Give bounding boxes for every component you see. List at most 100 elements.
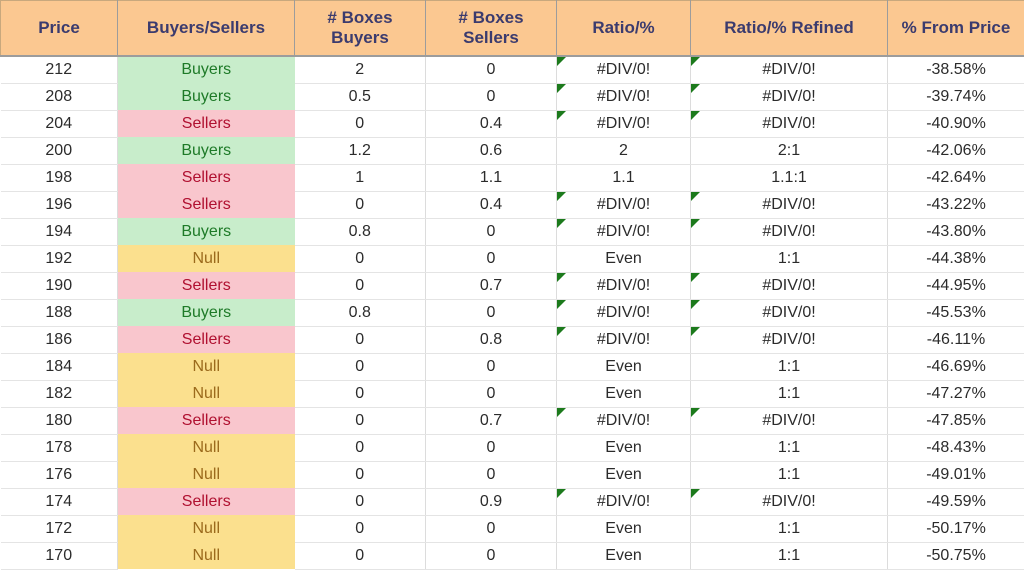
cell-ratio[interactable]: #DIV/0! [557,56,691,84]
cell-price[interactable]: 198 [1,164,118,191]
column-header-pct-from-price[interactable]: % From Price [888,1,1024,56]
cell-signal-null[interactable]: Null [118,380,295,407]
cell-price[interactable]: 200 [1,137,118,164]
cell-boxes-buyers[interactable]: 0 [295,110,426,137]
cell-boxes-buyers[interactable]: 0 [295,353,426,380]
cell-signal-buyers[interactable]: Buyers [118,218,295,245]
cell-price[interactable]: 172 [1,515,118,542]
column-header-price[interactable]: Price [1,1,118,56]
cell-boxes-sellers[interactable]: 0.4 [426,191,557,218]
cell-boxes-buyers[interactable]: 0 [295,380,426,407]
cell-ratio[interactable]: #DIV/0! [557,488,691,515]
column-header-boxes-sellers[interactable]: # Boxes Sellers [426,1,557,56]
cell-boxes-sellers[interactable]: 0.4 [426,110,557,137]
cell-signal-null[interactable]: Null [118,245,295,272]
cell-signal-sellers[interactable]: Sellers [118,326,295,353]
cell-ratio[interactable]: Even [557,245,691,272]
cell-ratio[interactable]: Even [557,542,691,569]
cell-pct-from-price[interactable]: -43.80% [888,218,1024,245]
cell-ratio[interactable]: Even [557,515,691,542]
cell-boxes-sellers[interactable]: 1.1 [426,164,557,191]
cell-price[interactable]: 184 [1,353,118,380]
cell-ratio-refined[interactable]: #DIV/0! [691,110,888,137]
cell-signal-null[interactable]: Null [118,542,295,569]
cell-price[interactable]: 174 [1,488,118,515]
cell-ratio[interactable]: #DIV/0! [557,326,691,353]
cell-boxes-buyers[interactable]: 0 [295,461,426,488]
cell-boxes-buyers[interactable]: 1 [295,164,426,191]
column-header-ratio[interactable]: Ratio/% [557,1,691,56]
cell-boxes-buyers[interactable]: 0 [295,434,426,461]
cell-price[interactable]: 208 [1,83,118,110]
cell-boxes-buyers[interactable]: 0 [295,542,426,569]
cell-signal-null[interactable]: Null [118,353,295,380]
cell-boxes-sellers[interactable]: 0.8 [426,326,557,353]
cell-price[interactable]: 190 [1,272,118,299]
cell-signal-sellers[interactable]: Sellers [118,407,295,434]
cell-price[interactable]: 204 [1,110,118,137]
cell-pct-from-price[interactable]: -47.85% [888,407,1024,434]
cell-signal-null[interactable]: Null [118,434,295,461]
cell-ratio-refined[interactable]: #DIV/0! [691,488,888,515]
cell-signal-sellers[interactable]: Sellers [118,164,295,191]
cell-signal-buyers[interactable]: Buyers [118,83,295,110]
cell-boxes-buyers[interactable]: 0 [295,407,426,434]
cell-price[interactable]: 176 [1,461,118,488]
cell-signal-buyers[interactable]: Buyers [118,56,295,84]
cell-boxes-sellers[interactable]: 0 [426,461,557,488]
cell-boxes-sellers[interactable]: 0 [426,515,557,542]
cell-signal-null[interactable]: Null [118,461,295,488]
cell-ratio-refined[interactable]: #DIV/0! [691,56,888,84]
cell-boxes-sellers[interactable]: 0.9 [426,488,557,515]
cell-price[interactable]: 194 [1,218,118,245]
cell-ratio-refined[interactable]: #DIV/0! [691,272,888,299]
cell-boxes-buyers[interactable]: 0 [295,272,426,299]
cell-boxes-buyers[interactable]: 0.8 [295,218,426,245]
cell-boxes-sellers[interactable]: 0 [426,56,557,84]
cell-boxes-sellers[interactable]: 0 [426,245,557,272]
cell-boxes-sellers[interactable]: 0.6 [426,137,557,164]
cell-ratio-refined[interactable]: #DIV/0! [691,326,888,353]
cell-boxes-sellers[interactable]: 0 [426,542,557,569]
cell-boxes-sellers[interactable]: 0 [426,380,557,407]
cell-price[interactable]: 212 [1,56,118,84]
cell-boxes-sellers[interactable]: 0 [426,299,557,326]
cell-pct-from-price[interactable]: -46.11% [888,326,1024,353]
cell-boxes-buyers[interactable]: 0 [295,515,426,542]
cell-pct-from-price[interactable]: -42.64% [888,164,1024,191]
cell-pct-from-price[interactable]: -50.17% [888,515,1024,542]
cell-pct-from-price[interactable]: -45.53% [888,299,1024,326]
cell-ratio[interactable]: #DIV/0! [557,83,691,110]
column-header-ratio-refined[interactable]: Ratio/% Refined [691,1,888,56]
cell-pct-from-price[interactable]: -42.06% [888,137,1024,164]
cell-price[interactable]: 196 [1,191,118,218]
cell-ratio-refined[interactable]: 2:1 [691,137,888,164]
cell-price[interactable]: 182 [1,380,118,407]
cell-pct-from-price[interactable]: -46.69% [888,353,1024,380]
cell-boxes-buyers[interactable]: 1.2 [295,137,426,164]
cell-boxes-sellers[interactable]: 0.7 [426,407,557,434]
column-header-buyers-sellers[interactable]: Buyers/Sellers [118,1,295,56]
cell-pct-from-price[interactable]: -49.59% [888,488,1024,515]
cell-boxes-sellers[interactable]: 0 [426,353,557,380]
cell-pct-from-price[interactable]: -50.75% [888,542,1024,569]
cell-ratio-refined[interactable]: 1:1 [691,434,888,461]
cell-signal-sellers[interactable]: Sellers [118,488,295,515]
cell-ratio[interactable]: Even [557,353,691,380]
cell-ratio-refined[interactable]: 1:1 [691,542,888,569]
cell-pct-from-price[interactable]: -44.95% [888,272,1024,299]
cell-boxes-sellers[interactable]: 0 [426,83,557,110]
cell-boxes-buyers[interactable]: 0.5 [295,83,426,110]
cell-ratio[interactable]: #DIV/0! [557,272,691,299]
cell-ratio[interactable]: 2 [557,137,691,164]
cell-ratio[interactable]: Even [557,461,691,488]
cell-ratio[interactable]: #DIV/0! [557,407,691,434]
cell-ratio-refined[interactable]: #DIV/0! [691,218,888,245]
cell-signal-sellers[interactable]: Sellers [118,272,295,299]
cell-ratio-refined[interactable]: 1:1 [691,245,888,272]
cell-boxes-buyers[interactable]: 0 [295,488,426,515]
cell-ratio[interactable]: Even [557,380,691,407]
cell-ratio[interactable]: #DIV/0! [557,299,691,326]
cell-ratio[interactable]: Even [557,434,691,461]
cell-ratio-refined[interactable]: 1:1 [691,353,888,380]
